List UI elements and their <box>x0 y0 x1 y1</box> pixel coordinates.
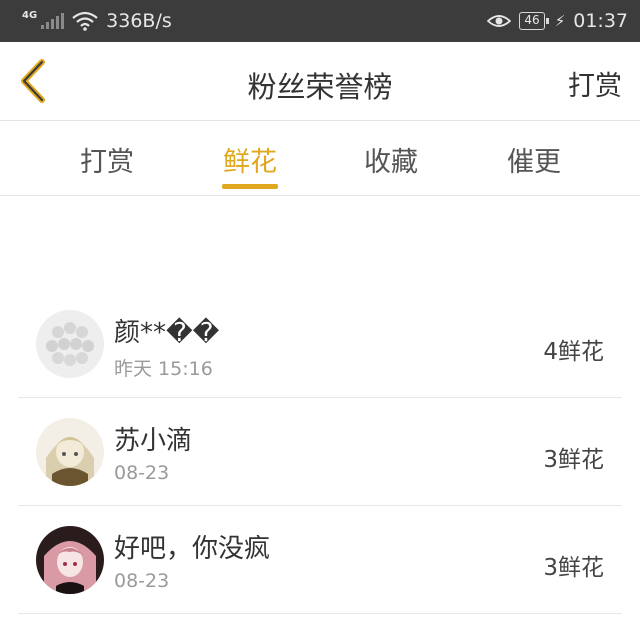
tab-urge-update[interactable]: 催更 <box>479 140 589 179</box>
battery-icon: 46 <box>519 12 550 30</box>
eye-icon <box>487 15 512 27</box>
list-item[interactable]: 好吧，你没疯 08-23 3鲜花 <box>18 506 622 614</box>
reward-button[interactable]: 打赏 <box>568 64 622 103</box>
timestamp: 昨天 15:16 <box>114 358 213 380</box>
clock: 01:37 <box>573 10 628 32</box>
user-name: 颜**�� <box>114 318 220 348</box>
flower-count: 4鲜花 <box>543 339 604 365</box>
tab-bar: 打赏 鲜花 收藏 催更 <box>0 122 640 196</box>
wifi-icon <box>72 11 98 31</box>
list-item[interactable]: 颜**�� 昨天 15:16 4鲜花 <box>18 290 622 398</box>
tab-favorites[interactable]: 收藏 <box>336 140 446 179</box>
battery-level: 46 <box>524 13 540 27</box>
fan-ranking-list: 颜**�� 昨天 15:16 4鲜花 苏小滴 08-23 3鲜花 好吧，你没疯 … <box>18 290 622 614</box>
page-title: 粉丝荣誉榜 <box>247 70 393 104</box>
app-header: 粉丝荣誉榜 打赏 <box>0 42 640 121</box>
network-type: 4G <box>22 9 38 21</box>
flower-count: 3鲜花 <box>543 447 604 473</box>
user-name: 好吧，你没疯 <box>114 534 271 564</box>
status-bar-right: 46 ⚡ 01:37 <box>487 10 628 32</box>
avatar <box>36 310 104 378</box>
user-name: 苏小滴 <box>114 426 193 456</box>
tab-reward[interactable]: 打赏 <box>52 140 162 179</box>
avatar <box>36 526 104 594</box>
signal-icon <box>41 13 65 29</box>
status-bar-left: 4G 336B/s <box>22 9 172 33</box>
status-bar: 4G 336B/s 46 ⚡ 01:37 <box>0 0 640 42</box>
timestamp: 08-23 <box>114 462 170 484</box>
timestamp: 08-23 <box>114 570 170 592</box>
list-item[interactable]: 苏小滴 08-23 3鲜花 <box>18 398 622 506</box>
active-tab-indicator <box>222 184 278 189</box>
tab-flowers[interactable]: 鲜花 <box>195 140 305 179</box>
charging-icon: ⚡ <box>554 12 566 30</box>
avatar <box>36 418 104 486</box>
network-speed: 336B/s <box>106 10 172 32</box>
flower-count: 3鲜花 <box>543 555 604 581</box>
